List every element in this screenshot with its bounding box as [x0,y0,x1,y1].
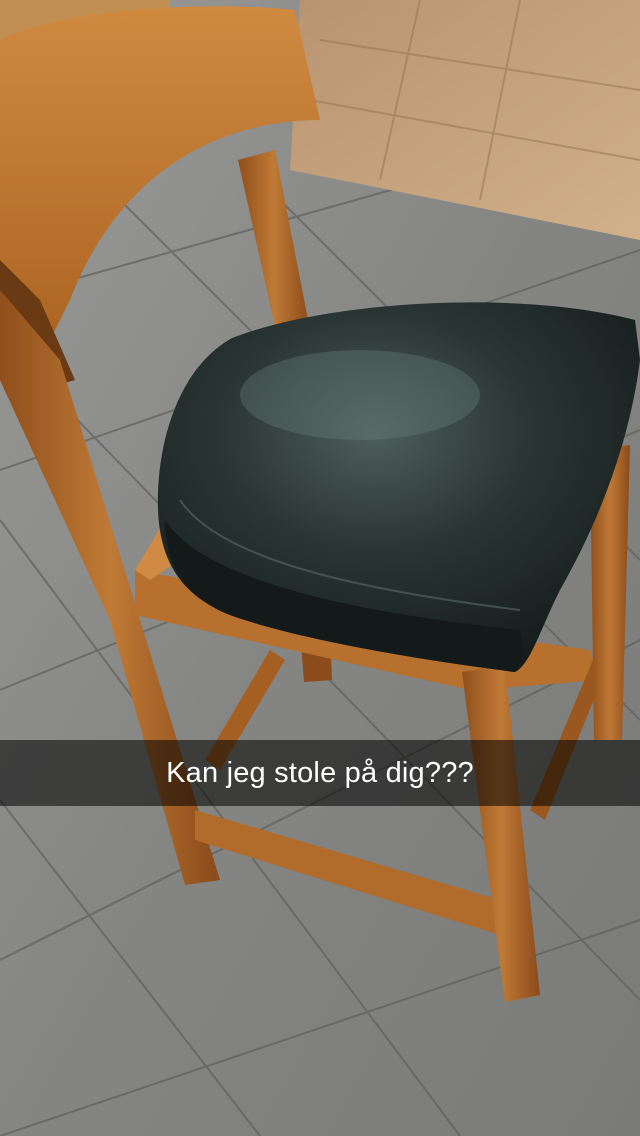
snap-photo: Kan jeg stole på dig??? [0,0,640,1136]
snap-caption-bar: Kan jeg stole på dig??? [0,740,640,806]
chair-photo [0,0,640,1136]
cushion-highlight [240,350,480,440]
snap-caption: Kan jeg stole på dig??? [166,756,474,789]
